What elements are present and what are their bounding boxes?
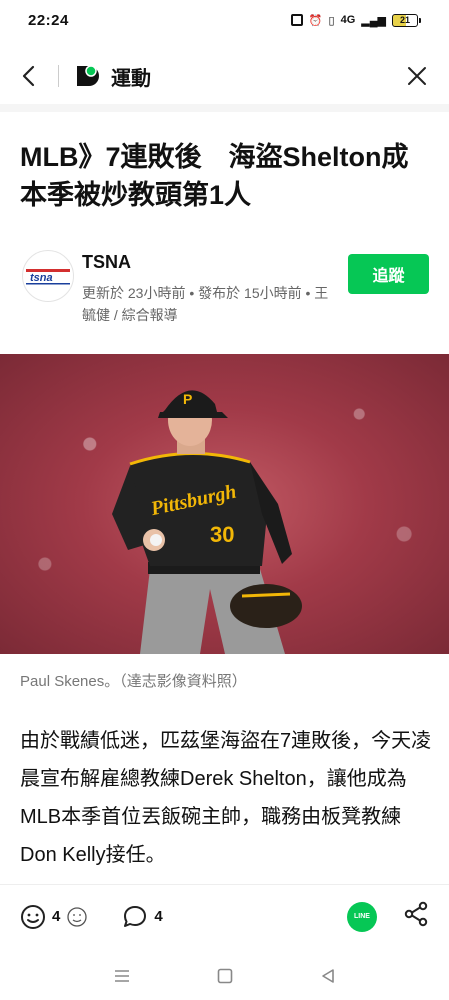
chevron-left-icon [22, 65, 35, 87]
app-bar: 運動 [0, 48, 449, 104]
battery-icon: 21 [392, 13, 421, 27]
source-name[interactable]: TSNA [82, 252, 131, 273]
status-icons: ⏰ ▯ 4G ▂▄▆ 21 [290, 13, 421, 27]
cap-letter: P [183, 391, 192, 407]
back-triangle-icon[interactable] [319, 967, 337, 985]
photo-caption: Paul Skenes。（達志影像資料照） [20, 673, 247, 690]
article-headline: MLB》7連敗後 海盜Shelton成本季被炒教頭第1人 [20, 142, 409, 210]
comment-icon [124, 905, 147, 927]
line-share-button[interactable]: LINE [347, 901, 377, 932]
baseball-player-illustration: P Pittsburgh 30 [112, 390, 302, 654]
smiley-icon [21, 904, 45, 929]
home-icon[interactable] [216, 967, 234, 985]
app-title: 運動 [111, 67, 151, 90]
divider [58, 65, 59, 87]
comment-button[interactable]: 4 [122, 904, 163, 930]
source-logo[interactable]: tsna [22, 250, 74, 302]
vibrate-icon: ▯ [328, 14, 335, 27]
article-photo: P Pittsburgh 30 [0, 354, 449, 654]
recents-menu-icon[interactable] [113, 968, 131, 984]
close-button[interactable] [405, 64, 429, 88]
status-bar: 22:24 ⏰ ▯ 4G ▂▄▆ 21 [0, 0, 449, 40]
close-icon [408, 67, 426, 85]
back-button[interactable] [16, 64, 40, 88]
line-share-label: LINE [354, 913, 370, 920]
share-icon [404, 901, 428, 927]
network-label: 4G [340, 14, 356, 26]
reaction-button[interactable]: 4 [20, 904, 88, 930]
article-body: 由於戰績低迷，匹茲堡海盜在7連敗後，今天凌晨宣布解雇總教練Derek Shelt… [20, 730, 432, 866]
reaction-count: 4 [52, 908, 61, 925]
section-separator [0, 104, 449, 112]
article-source: tsna TSNA 更新於 23小時前 • 發布於 15小時前 • 王毓健 / … [20, 248, 430, 328]
bottom-action-bar: 4 4 LINE [0, 884, 449, 948]
app-logo-icon [73, 63, 99, 89]
article-meta: 更新於 23小時前 • 發布於 15小時前 • 王毓健 / 綜合報導 [82, 285, 329, 323]
alarm-icon: ⏰ [308, 14, 323, 27]
status-time: 22:24 [28, 11, 69, 29]
share-button[interactable] [403, 901, 429, 932]
jersey-number: 30 [210, 522, 234, 547]
source-logo-text: tsna [30, 272, 53, 284]
battery-level: 21 [392, 13, 418, 27]
tsna-logo-icon: tsna [26, 269, 70, 285]
signal-icon: ▂▄▆ [361, 14, 386, 27]
follow-button[interactable]: 追蹤 [348, 254, 429, 294]
reaction-emoji-icon [67, 906, 87, 927]
nfc-icon [290, 14, 303, 26]
comment-count: 4 [154, 908, 163, 925]
system-nav-bar [0, 952, 449, 1000]
